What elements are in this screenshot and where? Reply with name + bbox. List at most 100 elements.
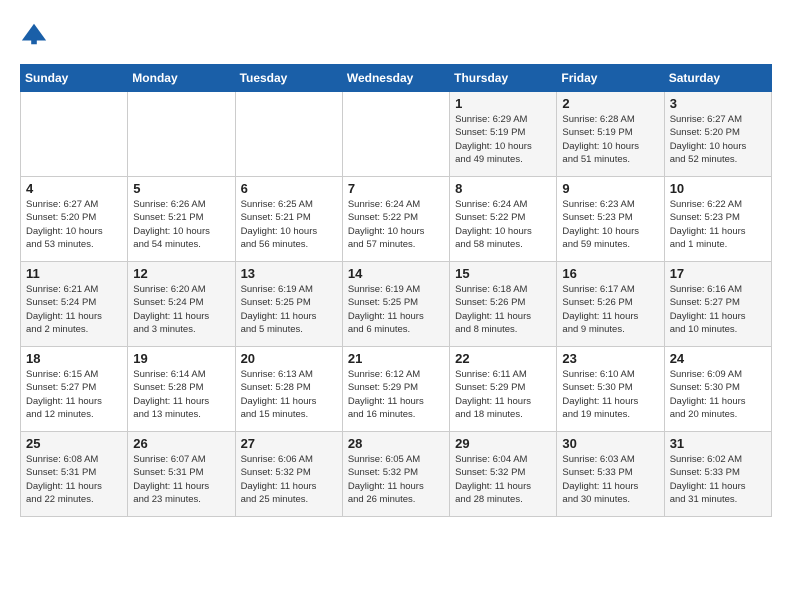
calendar-header: SundayMondayTuesdayWednesdayThursdayFrid… — [21, 65, 772, 92]
day-number: 7 — [348, 181, 444, 196]
calendar-cell: 12 Sunrise: 6:20 AM Sunset: 5:24 PM Dayli… — [128, 262, 235, 347]
day-info: Sunrise: 6:20 AM Sunset: 5:24 PM Dayligh… — [133, 283, 229, 336]
day-number: 9 — [562, 181, 658, 196]
logo-icon — [20, 20, 48, 48]
calendar-cell: 29 Sunrise: 6:04 AM Sunset: 5:32 PM Dayli… — [450, 432, 557, 517]
week-row-1: 4 Sunrise: 6:27 AM Sunset: 5:20 PM Daylig… — [21, 177, 772, 262]
calendar-cell: 9 Sunrise: 6:23 AM Sunset: 5:23 PM Daylig… — [557, 177, 664, 262]
calendar-cell: 13 Sunrise: 6:19 AM Sunset: 5:25 PM Dayli… — [235, 262, 342, 347]
day-info: Sunrise: 6:19 AM Sunset: 5:25 PM Dayligh… — [348, 283, 444, 336]
day-number: 21 — [348, 351, 444, 366]
page-header — [20, 20, 772, 48]
day-number: 17 — [670, 266, 766, 281]
day-info: Sunrise: 6:27 AM Sunset: 5:20 PM Dayligh… — [26, 198, 122, 251]
header-day-tuesday: Tuesday — [235, 65, 342, 92]
day-number: 15 — [455, 266, 551, 281]
header-day-friday: Friday — [557, 65, 664, 92]
calendar-cell: 4 Sunrise: 6:27 AM Sunset: 5:20 PM Daylig… — [21, 177, 128, 262]
day-number: 5 — [133, 181, 229, 196]
day-info: Sunrise: 6:15 AM Sunset: 5:27 PM Dayligh… — [26, 368, 122, 421]
day-number: 28 — [348, 436, 444, 451]
week-row-2: 11 Sunrise: 6:21 AM Sunset: 5:24 PM Dayli… — [21, 262, 772, 347]
calendar-cell — [128, 92, 235, 177]
calendar-cell: 3 Sunrise: 6:27 AM Sunset: 5:20 PM Daylig… — [664, 92, 771, 177]
day-number: 11 — [26, 266, 122, 281]
day-info: Sunrise: 6:19 AM Sunset: 5:25 PM Dayligh… — [241, 283, 337, 336]
header-row: SundayMondayTuesdayWednesdayThursdayFrid… — [21, 65, 772, 92]
calendar-table: SundayMondayTuesdayWednesdayThursdayFrid… — [20, 64, 772, 517]
calendar-cell: 11 Sunrise: 6:21 AM Sunset: 5:24 PM Dayli… — [21, 262, 128, 347]
day-number: 16 — [562, 266, 658, 281]
calendar-cell — [235, 92, 342, 177]
day-info: Sunrise: 6:14 AM Sunset: 5:28 PM Dayligh… — [133, 368, 229, 421]
day-info: Sunrise: 6:06 AM Sunset: 5:32 PM Dayligh… — [241, 453, 337, 506]
day-info: Sunrise: 6:27 AM Sunset: 5:20 PM Dayligh… — [670, 113, 766, 166]
calendar-cell: 5 Sunrise: 6:26 AM Sunset: 5:21 PM Daylig… — [128, 177, 235, 262]
day-info: Sunrise: 6:22 AM Sunset: 5:23 PM Dayligh… — [670, 198, 766, 251]
calendar-cell: 14 Sunrise: 6:19 AM Sunset: 5:25 PM Dayli… — [342, 262, 449, 347]
calendar-cell: 31 Sunrise: 6:02 AM Sunset: 5:33 PM Dayli… — [664, 432, 771, 517]
calendar-cell: 20 Sunrise: 6:13 AM Sunset: 5:28 PM Dayli… — [235, 347, 342, 432]
day-info: Sunrise: 6:23 AM Sunset: 5:23 PM Dayligh… — [562, 198, 658, 251]
calendar-cell — [342, 92, 449, 177]
day-number: 4 — [26, 181, 122, 196]
calendar-cell: 7 Sunrise: 6:24 AM Sunset: 5:22 PM Daylig… — [342, 177, 449, 262]
calendar-cell: 27Sunrise: 6:06 AM Sunset: 5:32 PM Dayli… — [235, 432, 342, 517]
week-row-4: 25 Sunrise: 6:08 AM Sunset: 5:31 PM Dayli… — [21, 432, 772, 517]
day-info: Sunrise: 6:05 AM Sunset: 5:32 PM Dayligh… — [348, 453, 444, 506]
day-info: Sunrise: 6:26 AM Sunset: 5:21 PM Dayligh… — [133, 198, 229, 251]
day-info: Sunrise: 6:08 AM Sunset: 5:31 PM Dayligh… — [26, 453, 122, 506]
calendar-cell: 15Sunrise: 6:18 AM Sunset: 5:26 PM Dayli… — [450, 262, 557, 347]
day-number: 13 — [241, 266, 337, 281]
day-info: Sunrise: 6:24 AM Sunset: 5:22 PM Dayligh… — [455, 198, 551, 251]
day-number: 6 — [241, 181, 337, 196]
day-info: Sunrise: 6:25 AM Sunset: 5:21 PM Dayligh… — [241, 198, 337, 251]
day-number: 26 — [133, 436, 229, 451]
week-row-0: 1Sunrise: 6:29 AM Sunset: 5:19 PM Daylig… — [21, 92, 772, 177]
calendar-cell: 17 Sunrise: 6:16 AM Sunset: 5:27 PM Dayli… — [664, 262, 771, 347]
calendar-cell: 18Sunrise: 6:15 AM Sunset: 5:27 PM Dayli… — [21, 347, 128, 432]
header-day-saturday: Saturday — [664, 65, 771, 92]
calendar-cell: 2Sunrise: 6:28 AM Sunset: 5:19 PM Daylig… — [557, 92, 664, 177]
calendar-cell: 25 Sunrise: 6:08 AM Sunset: 5:31 PM Dayli… — [21, 432, 128, 517]
day-info: Sunrise: 6:24 AM Sunset: 5:22 PM Dayligh… — [348, 198, 444, 251]
calendar-cell: 16 Sunrise: 6:17 AM Sunset: 5:26 PM Dayli… — [557, 262, 664, 347]
day-number: 1 — [455, 96, 551, 111]
day-number: 2 — [562, 96, 658, 111]
day-info: Sunrise: 6:21 AM Sunset: 5:24 PM Dayligh… — [26, 283, 122, 336]
calendar-cell: 6 Sunrise: 6:25 AM Sunset: 5:21 PM Daylig… — [235, 177, 342, 262]
calendar-cell: 10 Sunrise: 6:22 AM Sunset: 5:23 PM Dayli… — [664, 177, 771, 262]
day-info: Sunrise: 6:07 AM Sunset: 5:31 PM Dayligh… — [133, 453, 229, 506]
day-number: 12 — [133, 266, 229, 281]
header-day-wednesday: Wednesday — [342, 65, 449, 92]
day-number: 3 — [670, 96, 766, 111]
day-number: 14 — [348, 266, 444, 281]
day-number: 23 — [562, 351, 658, 366]
day-info: Sunrise: 6:10 AM Sunset: 5:30 PM Dayligh… — [562, 368, 658, 421]
calendar-body: 1Sunrise: 6:29 AM Sunset: 5:19 PM Daylig… — [21, 92, 772, 517]
calendar-cell: 28 Sunrise: 6:05 AM Sunset: 5:32 PM Dayli… — [342, 432, 449, 517]
day-number: 31 — [670, 436, 766, 451]
day-info: Sunrise: 6:04 AM Sunset: 5:32 PM Dayligh… — [455, 453, 551, 506]
calendar-cell: 26 Sunrise: 6:07 AM Sunset: 5:31 PM Dayli… — [128, 432, 235, 517]
day-info: Sunrise: 6:02 AM Sunset: 5:33 PM Dayligh… — [670, 453, 766, 506]
day-number: 29 — [455, 436, 551, 451]
calendar-cell: 22 Sunrise: 6:11 AM Sunset: 5:29 PM Dayli… — [450, 347, 557, 432]
header-day-monday: Monday — [128, 65, 235, 92]
day-number: 20 — [241, 351, 337, 366]
day-number: 22 — [455, 351, 551, 366]
day-info: Sunrise: 6:12 AM Sunset: 5:29 PM Dayligh… — [348, 368, 444, 421]
day-number: 30 — [562, 436, 658, 451]
calendar-cell — [21, 92, 128, 177]
day-info: Sunrise: 6:17 AM Sunset: 5:26 PM Dayligh… — [562, 283, 658, 336]
day-number: 25 — [26, 436, 122, 451]
header-day-thursday: Thursday — [450, 65, 557, 92]
day-number: 10 — [670, 181, 766, 196]
calendar-cell: 23 Sunrise: 6:10 AM Sunset: 5:30 PM Dayli… — [557, 347, 664, 432]
day-info: Sunrise: 6:11 AM Sunset: 5:29 PM Dayligh… — [455, 368, 551, 421]
day-number: 24 — [670, 351, 766, 366]
day-number: 8 — [455, 181, 551, 196]
day-info: Sunrise: 6:13 AM Sunset: 5:28 PM Dayligh… — [241, 368, 337, 421]
day-info: Sunrise: 6:16 AM Sunset: 5:27 PM Dayligh… — [670, 283, 766, 336]
day-info: Sunrise: 6:03 AM Sunset: 5:33 PM Dayligh… — [562, 453, 658, 506]
